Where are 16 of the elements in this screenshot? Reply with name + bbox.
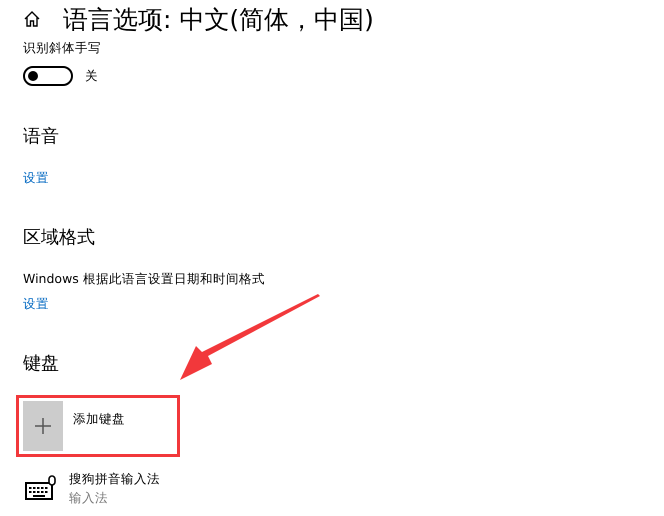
section-heading: 键盘 (23, 352, 60, 375)
plus-icon (35, 418, 51, 434)
toggle-state: 关 (85, 68, 98, 84)
page-title: 语言选项: 中文(简体，中国) (63, 4, 374, 36)
add-keyboard-label[interactable]: 添加键盘 (73, 411, 125, 428)
toggle-switch[interactable] (23, 66, 73, 86)
keyboard-icon (25, 475, 57, 501)
keyboard-type: 输入法 (69, 490, 109, 507)
setting-label: 识别斜体手写 (23, 40, 102, 57)
section-description: Windows 根据此语言设置日期和时间格式 (23, 271, 266, 288)
section-heading: 区域格式 (23, 226, 96, 249)
settings-link[interactable]: 设置 (23, 296, 49, 313)
section-heading: 语音 (23, 125, 60, 148)
home-icon[interactable] (23, 10, 41, 28)
keyboard-name[interactable]: 搜狗拼音输入法 (69, 471, 160, 488)
settings-link[interactable]: 设置 (23, 170, 49, 187)
